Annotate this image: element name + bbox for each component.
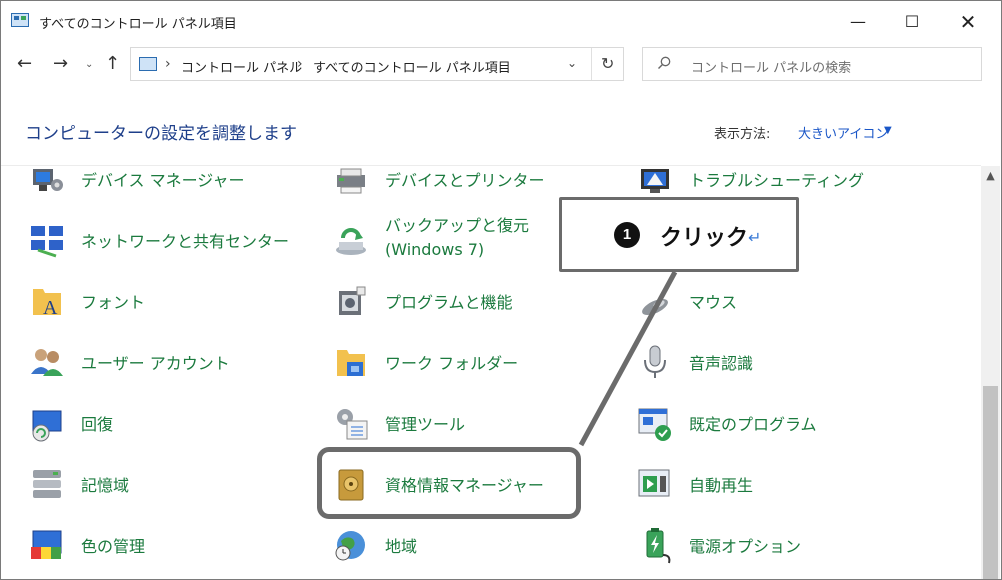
annotation-highlight-box bbox=[317, 447, 581, 519]
callout-text: クリック bbox=[660, 226, 749, 251]
control-panel-window: すべてのコントロール パネル項目 — ☐ ✕ ← → ⌄ ↑ › コントロール … bbox=[0, 0, 1002, 580]
annotation-callout: 1 クリック ↵ bbox=[559, 197, 799, 272]
return-mark-icon: ↵ bbox=[748, 228, 762, 247]
step-number-badge: 1 bbox=[614, 222, 640, 248]
